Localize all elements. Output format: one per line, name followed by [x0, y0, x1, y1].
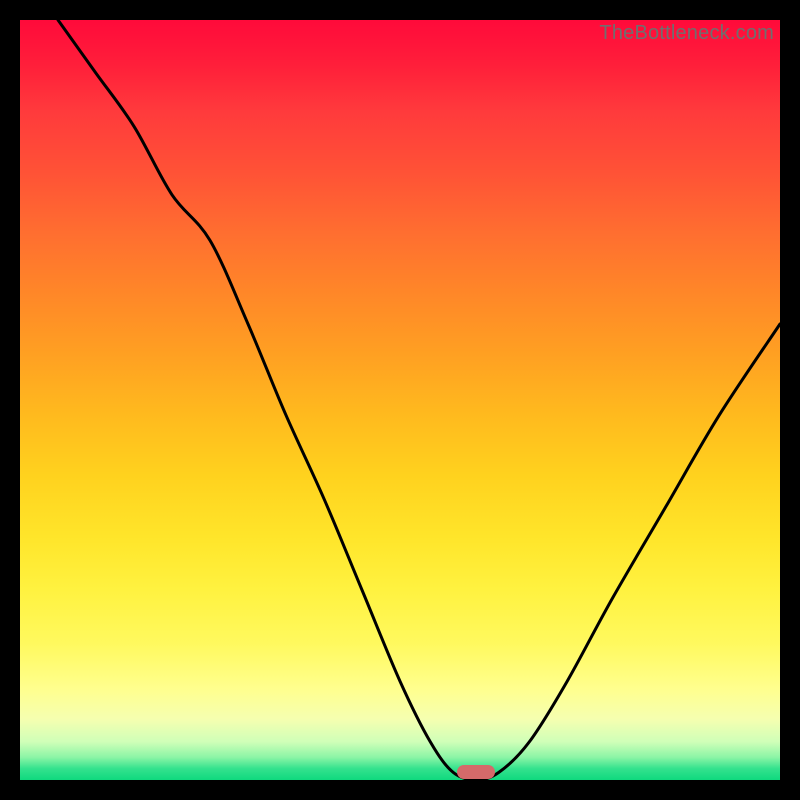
- curve-path: [58, 20, 780, 780]
- chart-frame: TheBottleneck.com: [0, 0, 800, 800]
- watermark-text: TheBottleneck.com: [599, 22, 774, 45]
- bottleneck-curve: [20, 20, 780, 780]
- plot-area: TheBottleneck.com: [20, 20, 780, 780]
- optimum-marker: [457, 765, 495, 779]
